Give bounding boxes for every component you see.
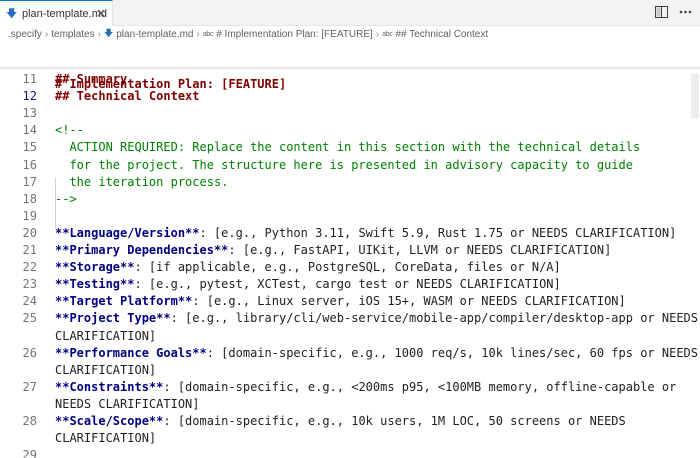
line-number: 29 bbox=[22, 448, 37, 458]
chevron-right-icon: › bbox=[196, 28, 200, 40]
bold-field-name: **Project Type** bbox=[55, 311, 171, 326]
breadcrumb-symbol-heading2[interactable]: abc ## Technical Context bbox=[382, 29, 488, 40]
split-editor-icon[interactable] bbox=[654, 5, 668, 19]
editor-tab-bar: 🡇 plan-template.md × bbox=[0, 0, 700, 26]
code-editor[interactable]: # Implementation Plan: [FEATURE] ## Summ… bbox=[0, 42, 700, 458]
line-content: **Constraints**: [domain-specific, e.g.,… bbox=[55, 379, 676, 396]
line-number: 25 bbox=[22, 311, 37, 326]
line-number: 12 bbox=[22, 89, 37, 104]
line-number: 11 bbox=[22, 72, 37, 86]
line-content: **Storage**: [if applicable, e.g., Postg… bbox=[55, 259, 561, 276]
breadcrumb: .specify › templates › 🡇 plan-template.md… bbox=[0, 26, 700, 42]
line-number: 22 bbox=[22, 260, 37, 275]
line-content: for the project. The structure here is p… bbox=[55, 157, 633, 172]
line-content: **Project Type**: [e.g., library/cli/web… bbox=[55, 310, 698, 327]
line-number: 14 bbox=[22, 123, 37, 138]
breadcrumb-symbol1-label: # Implementation Plan: [FEATURE] bbox=[216, 28, 373, 40]
breadcrumb-file[interactable]: 🡇 plan-template.md bbox=[104, 26, 194, 42]
field-value: : [domain-specific, e.g., 1000 req/s, 10… bbox=[206, 345, 698, 360]
line-number: 28 bbox=[22, 414, 37, 428]
line-content: **Performance Goals**: [domain-specific,… bbox=[55, 345, 698, 362]
field-value: : [e.g., pytest, XCTest, cargo test or N… bbox=[134, 277, 561, 292]
line-number: 16 bbox=[22, 157, 37, 172]
field-value: : [if applicable, e.g., PostgreSQL, Core… bbox=[134, 260, 561, 275]
line-number: 21 bbox=[22, 243, 37, 257]
string-symbol-icon: abc bbox=[202, 30, 214, 38]
line-content: **Testing**: [e.g., pytest, XCTest, carg… bbox=[55, 276, 561, 293]
chevron-right-icon: › bbox=[97, 28, 101, 40]
line-number: 26 bbox=[22, 345, 37, 360]
vertical-scrollbar[interactable] bbox=[690, 42, 700, 458]
editor-actions bbox=[654, 5, 692, 19]
tab-plan-template[interactable]: 🡇 plan-template.md × bbox=[0, 0, 113, 26]
line-number: 19 bbox=[22, 208, 37, 223]
breadcrumb-symbol-heading1[interactable]: abc # Implementation Plan: [FEATURE] bbox=[203, 29, 373, 40]
scrollbar-thumb[interactable] bbox=[691, 74, 699, 118]
line-number: 24 bbox=[22, 294, 37, 309]
line-number: 18 bbox=[22, 191, 37, 206]
line-number: 13 bbox=[22, 106, 37, 121]
line-content: the iteration process. bbox=[55, 174, 229, 189]
breadcrumb-symbol2-label: ## Technical Context bbox=[395, 28, 489, 40]
markdown-download-icon: 🡇 bbox=[103, 28, 114, 38]
wrapped-content: NEEDS CLARIFICATION] bbox=[55, 396, 200, 411]
line-number: 27 bbox=[22, 379, 37, 394]
more-actions-icon[interactable] bbox=[678, 5, 692, 19]
bold-field-name: **Primary Dependencies** bbox=[55, 243, 229, 257]
line-number: 15 bbox=[22, 140, 37, 155]
bold-field-name: **Constraints** bbox=[55, 379, 164, 394]
line-content: **Language/Version**: [e.g., Python 3.11… bbox=[55, 225, 676, 242]
bold-field-name: **Testing** bbox=[55, 277, 135, 292]
wrapped-content: CLARIFICATION] bbox=[55, 431, 157, 446]
markdown-download-icon: 🡇 bbox=[6, 6, 18, 20]
wrapped-content: CLARIFICATION] bbox=[55, 328, 157, 343]
bold-field-name: **Performance Goals** bbox=[55, 345, 207, 360]
breadcrumb-templates[interactable]: templates bbox=[51, 29, 94, 40]
close-icon[interactable]: × bbox=[95, 7, 107, 19]
line-content: <!-- bbox=[55, 123, 84, 138]
indent-guide bbox=[55, 178, 56, 229]
bold-field-name: **Storage** bbox=[55, 260, 135, 275]
line-number: 20 bbox=[22, 225, 37, 240]
chevron-right-icon: › bbox=[375, 28, 380, 40]
breadcrumb-file-label: plan-template.md bbox=[116, 28, 194, 40]
bold-field-name: **Language/Version** bbox=[55, 225, 200, 240]
field-value: : [e.g., library/cli/web-service/mobile-… bbox=[170, 311, 698, 326]
bold-field-name: **Scale/Scope** bbox=[55, 414, 164, 428]
wrapped-content: CLARIFICATION] bbox=[55, 362, 157, 377]
field-value: : [e.g., FastAPI, UIKit, LLVM or NEEDS C… bbox=[228, 243, 612, 257]
field-value: : [domain-specific, e.g., <200ms p95, <1… bbox=[163, 379, 677, 394]
line-number: 17 bbox=[22, 174, 37, 189]
line-content: **Target Platform**: [e.g., Linux server… bbox=[55, 293, 626, 310]
field-value: : [domain-specific, e.g., 10k users, 1M … bbox=[163, 414, 626, 428]
string-symbol-icon: abc bbox=[382, 30, 393, 38]
sticky-scroll-shadow bbox=[0, 67, 700, 70]
heading-technical-context: ## Technical Context bbox=[55, 89, 200, 104]
bold-field-name: **Target Platform** bbox=[55, 294, 193, 309]
chevron-right-icon: › bbox=[44, 28, 49, 40]
line-number: 23 bbox=[22, 277, 37, 292]
line-content: **Scale/Scope**: [domain-specific, e.g.,… bbox=[55, 413, 626, 430]
line-content: --> bbox=[55, 191, 77, 206]
line-content: ACTION REQUIRED: Replace the content in … bbox=[55, 140, 641, 155]
field-value: : [e.g., Python 3.11, Swift 5.9, Rust 1.… bbox=[199, 225, 677, 240]
sticky-heading-summary: ## Summary bbox=[55, 72, 128, 86]
field-value: : [e.g., Linux server, iOS 15+, WASM or … bbox=[192, 294, 626, 309]
line-content: **Primary Dependencies**: [e.g., FastAPI… bbox=[55, 242, 611, 259]
breadcrumb-specify[interactable]: .specify bbox=[8, 29, 42, 40]
